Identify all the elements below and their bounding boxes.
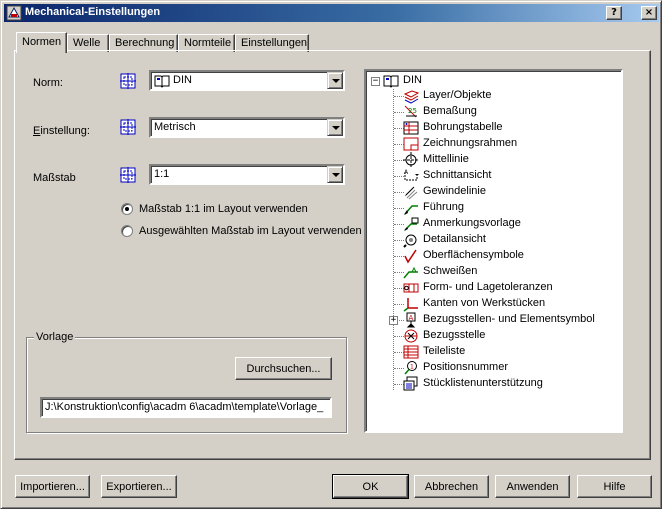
ok-button[interactable]: OK: [332, 474, 409, 499]
tab-einstellungen-label: Einstellungen: [241, 37, 308, 49]
tab-normen-label: Normen: [22, 36, 62, 48]
close-button[interactable]: ×: [641, 6, 657, 20]
close-icon: ×: [644, 7, 654, 18]
help-button[interactable]: Hilfe: [577, 475, 652, 498]
tab-panel: [14, 50, 651, 460]
export-button[interactable]: Exportieren...: [101, 475, 177, 498]
app-icon: [6, 5, 22, 21]
context-help-button[interactable]: ?: [606, 6, 622, 20]
import-button-label: Importieren...: [20, 480, 85, 493]
cancel-button[interactable]: Abbrechen: [414, 475, 489, 498]
context-help-label: ?: [611, 7, 617, 18]
apply-button[interactable]: Anwenden: [495, 475, 570, 498]
apply-button-label: Anwenden: [506, 480, 559, 493]
dialog-window: Mechanical-Einstellungen ? ? × Normen We…: [0, 0, 662, 509]
help-button-label: Hilfe: [603, 480, 626, 493]
tab-welle-label: Welle: [73, 37, 101, 49]
tab-normteile-label: Normteile: [184, 37, 232, 49]
tab-berechnung-label: Berechnung: [115, 37, 175, 49]
window-title: Mechanical-Einstellungen: [25, 6, 161, 18]
export-button-label: Exportieren...: [106, 480, 172, 493]
tab-normen[interactable]: Normen: [16, 32, 67, 53]
cancel-button-label: Abbrechen: [424, 480, 479, 493]
ok-button-label: OK: [362, 480, 379, 493]
import-button[interactable]: Importieren...: [15, 475, 90, 498]
title-bar[interactable]: Mechanical-Einstellungen ? ? ×: [4, 4, 659, 22]
